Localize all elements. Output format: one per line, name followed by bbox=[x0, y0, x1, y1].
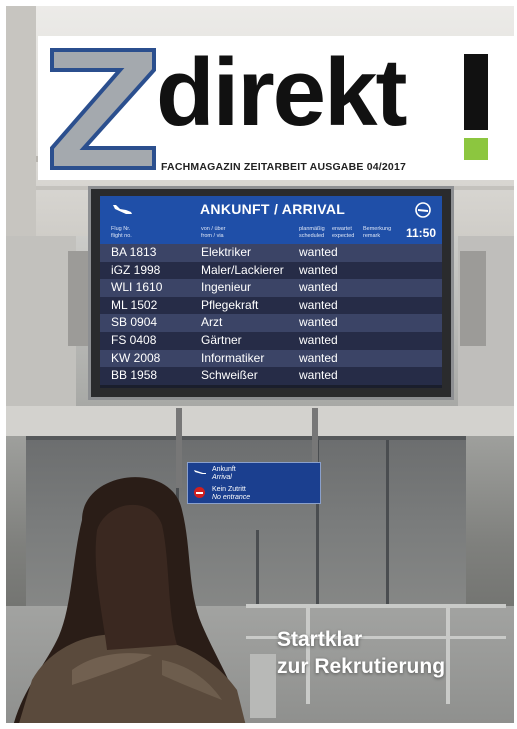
logo-wordmark: direkt bbox=[156, 39, 407, 146]
barrier-rail bbox=[246, 604, 506, 608]
cover-headline: Startklar zur Rekrutierung bbox=[277, 626, 445, 680]
board-title: ANKUNFT / ARRIVAL bbox=[200, 201, 346, 217]
right-board-bracket bbox=[460, 251, 486, 346]
board-rows: BA 1813 Elektriker wanted iGZ 1998 Maler/La… bbox=[100, 244, 442, 385]
board-clock: 11:50 bbox=[405, 226, 436, 240]
col-from-header: von / über from / via bbox=[201, 226, 226, 239]
masthead-subtitle: FACHMAGAZIN ZEITARBEIT AUSGABE 04/2017 bbox=[161, 161, 407, 173]
logo-exclamation-mark bbox=[464, 54, 488, 160]
col-flight-header: Flug Nr. flight no. bbox=[111, 226, 132, 239]
board-row: iGZ 1998 Maler/Lackierer wanted bbox=[100, 261, 442, 280]
board-row: ML 1502 Pflegekraft wanted bbox=[100, 296, 442, 315]
barrier-post bbox=[446, 604, 450, 704]
woman-from-behind bbox=[13, 477, 246, 723]
masthead: direkt FACHMAGAZIN ZEITARBEIT AUSGABE 04… bbox=[38, 36, 514, 180]
headline-line-1: Startklar bbox=[277, 628, 363, 651]
board-header: ANKUNFT / ARRIVAL Flug Nr. flight no. von… bbox=[100, 196, 442, 244]
board-row: WLI 1610 Ingenieur wanted bbox=[100, 279, 442, 297]
board-row: FS 0408 Gärtner wanted bbox=[100, 331, 442, 350]
col-scheduled-header: planmäßig scheduled bbox=[299, 226, 325, 239]
col-remark-header: Bemerkung remark bbox=[363, 226, 392, 239]
board-row: BB 1958 Schweißer wanted bbox=[100, 367, 442, 385]
board-row: KW 2008 Informatiker wanted bbox=[100, 349, 442, 368]
board-row: BA 1813 Elektriker wanted bbox=[100, 244, 442, 262]
no-plane-icon bbox=[415, 202, 431, 218]
board-row: SB 0904 Arzt wanted bbox=[100, 314, 442, 332]
headline-line-2: zur Rekrutierung bbox=[277, 655, 446, 678]
plane-landing-icon bbox=[113, 205, 132, 214]
col-expected-header: erwartet expected bbox=[332, 226, 355, 239]
arrivals-board: ANKUNFT / ARRIVAL Flug Nr. flight no. von… bbox=[100, 196, 442, 388]
logo-z-letter bbox=[50, 48, 156, 170]
ceiling-strip bbox=[6, 406, 514, 436]
